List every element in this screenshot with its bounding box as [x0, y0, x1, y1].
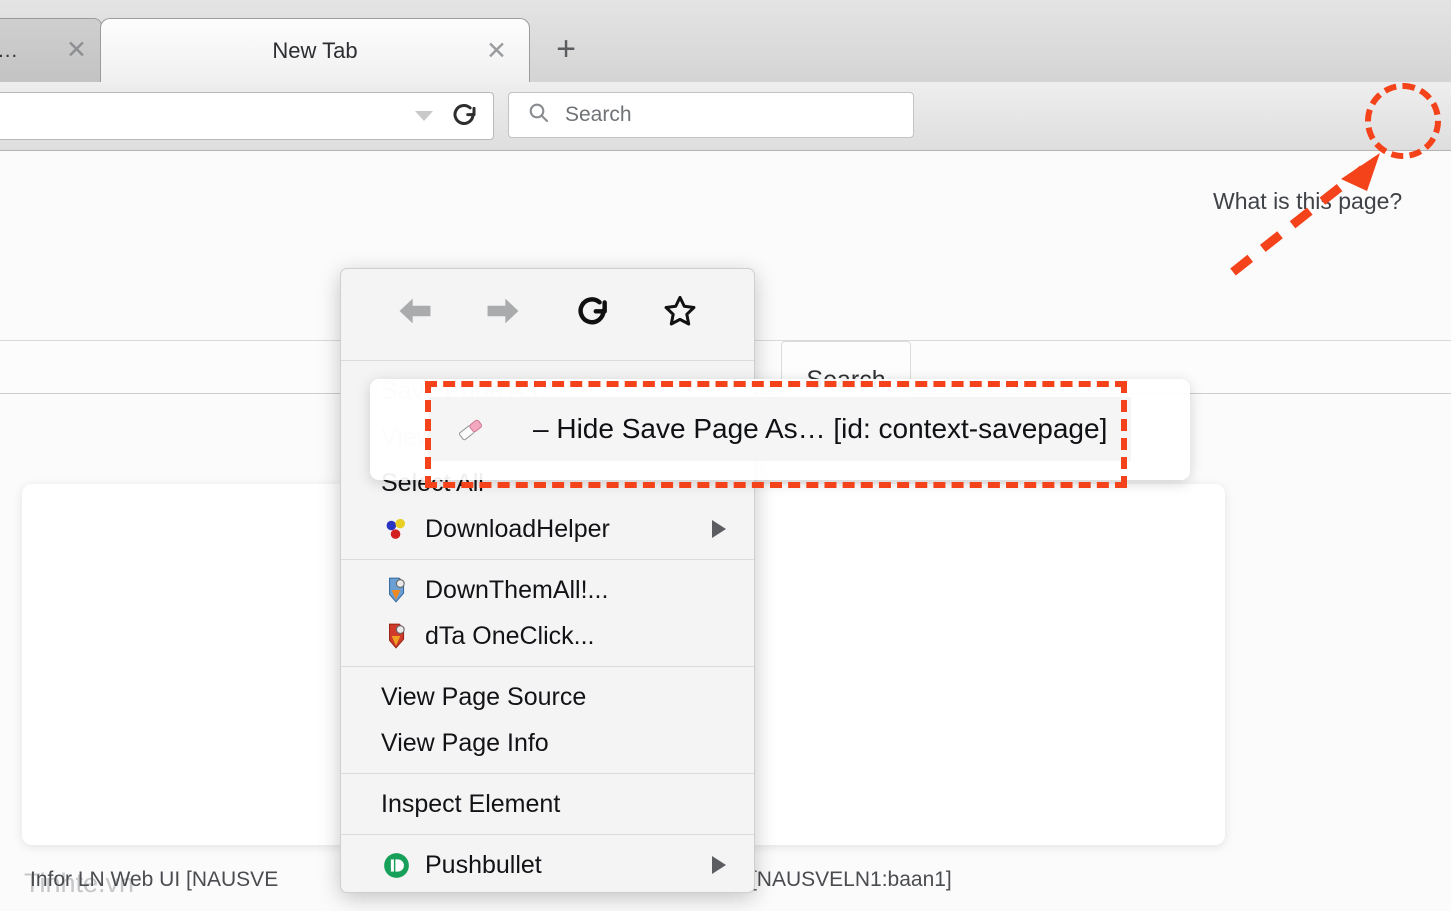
tab-label: Fire…	[0, 39, 18, 63]
menu-item-inspect-element[interactable]: Inspect Element	[341, 781, 754, 827]
reload-icon[interactable]	[449, 99, 479, 134]
tab-close-icon[interactable]: ✕	[66, 38, 87, 63]
submenu-arrow-icon	[712, 520, 726, 538]
context-menu-separator	[341, 773, 754, 774]
menu-wizard-overlay-row[interactable]: – Hide Save Page As… [id: context-savepa…	[428, 397, 1131, 461]
menu-item-label: dTa OneClick...	[425, 621, 595, 650]
menu-item-downloadhelper[interactable]: DownloadHelper	[341, 506, 754, 552]
submenu-arrow-icon	[712, 856, 726, 874]
pushbullet-icon	[381, 850, 411, 880]
menu-wizard-overlay[interactable]: – Hide Save Page As… [id: context-savepa…	[370, 379, 1190, 480]
menu-item-view-page-source[interactable]: View Page Source	[341, 674, 754, 720]
bookmark-button[interactable]	[652, 283, 708, 339]
tab-close-icon[interactable]: ✕	[486, 39, 507, 64]
context-menu-separator	[341, 360, 754, 361]
address-bar[interactable]	[0, 92, 494, 140]
menu-item-label: DownThemAll!...	[425, 575, 609, 604]
tab-strip: Fire… ✕ New Tab ✕ +	[0, 0, 1451, 82]
menu-item-view-page-info[interactable]: View Page Info	[341, 720, 754, 766]
menu-item-dta-oneclick[interactable]: dTa OneClick...	[341, 613, 754, 659]
context-menu[interactable]: Save Page As… View Background Image Sele…	[340, 268, 755, 893]
menu-item-label: View Page Info	[381, 728, 549, 757]
forward-button[interactable]	[475, 283, 531, 339]
search-icon	[527, 101, 551, 130]
context-menu-separator	[341, 666, 754, 667]
search-input[interactable]: Search	[508, 92, 914, 138]
search-placeholder: Search	[565, 103, 632, 126]
context-menu-separator	[341, 559, 754, 560]
dta-oneclick-icon	[381, 621, 411, 651]
eraser-icon	[453, 412, 487, 446]
annotation-arrow	[1230, 153, 1380, 276]
reload-button[interactable]	[564, 283, 620, 339]
new-tab-button[interactable]: +	[546, 31, 586, 71]
footer-text-left: Infor LN Web UI [NAUSVE	[30, 868, 279, 891]
tab-new-tab[interactable]: New Tab ✕	[100, 18, 530, 82]
tab-firefox-background[interactable]: Fire… ✕	[0, 18, 102, 82]
tab-label: New Tab	[272, 37, 358, 63]
downthemall-icon	[381, 575, 411, 605]
menu-wizard-overlay-label: – Hide Save Page As… [id: context-savepa…	[533, 413, 1108, 444]
context-menu-separator	[341, 834, 754, 835]
browser-chrome: Fire… ✕ New Tab ✕ +	[0, 0, 1451, 215]
back-button[interactable]	[387, 283, 443, 339]
menu-item-label: DownloadHelper	[425, 514, 610, 543]
menu-item-label: Inspect Element	[381, 789, 561, 818]
menu-item-label: Pushbullet	[425, 850, 542, 879]
menu-item-label: View Page Source	[381, 682, 587, 711]
menu-item-downthemall[interactable]: DownThemAll!...	[341, 567, 754, 613]
context-menu-nav-row	[341, 269, 754, 353]
menu-item-pushbullet[interactable]: Pushbullet	[341, 842, 754, 888]
chevron-down-icon[interactable]	[415, 111, 433, 121]
downloadhelper-icon	[381, 514, 411, 544]
